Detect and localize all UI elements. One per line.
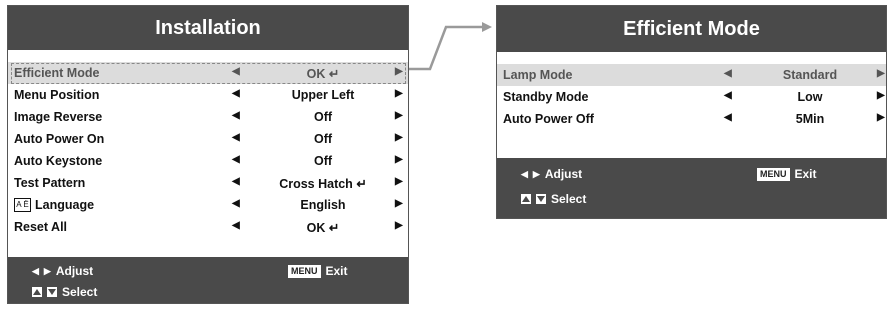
right-arrow-icon[interactable]: ▶ — [395, 110, 403, 121]
left-arrow-icon[interactable]: ◀ — [232, 110, 240, 121]
menu-item-value: Low — [797, 90, 823, 104]
menu-item-value: Upper Left — [291, 88, 355, 102]
menu-item-value: Off — [313, 110, 333, 124]
up-arrow-icon — [521, 194, 531, 204]
left-arrow-icon[interactable]: ◀ — [724, 112, 732, 123]
left-arrow-icon[interactable]: ◀ — [232, 176, 240, 187]
select-hint: Select — [32, 285, 97, 299]
menu-item-label-group: A Ë Language — [14, 198, 94, 212]
menu-item-value: Off — [313, 154, 333, 168]
efficient-mode-panel: Efficient Mode Lamp Mode ◀ Standard ▶ St… — [496, 5, 887, 219]
exit-label: Exit — [794, 167, 817, 181]
right-arrow-icon[interactable]: ▶ — [877, 112, 885, 123]
menu-item-value: OK ↵ — [306, 221, 340, 235]
menu-item-standby-mode[interactable]: Standby Mode ◀ Low ▶ — [497, 86, 886, 108]
left-arrow-icon[interactable]: ◀ — [724, 90, 732, 101]
menu-item-value: Standard — [782, 68, 838, 82]
menu-item-auto-power-off[interactable]: Auto Power Off ◀ 5Min ▶ — [497, 108, 886, 130]
select-label: Select — [62, 285, 98, 299]
menu-item-language[interactable]: A Ë Language ◀ English ▶ — [8, 194, 408, 216]
menu-item-lamp-mode[interactable]: Lamp Mode ◀ Standard ▶ — [497, 64, 886, 86]
exit-label: Exit — [325, 264, 348, 278]
menu-item-test-pattern[interactable]: Test Pattern ◀ Cross Hatch ↵ ▶ — [8, 172, 408, 194]
language-icon: A Ë — [14, 198, 31, 212]
efficient-mode-footer: ◀ ▶ Adjust MENU Exit Select — [497, 158, 886, 218]
menu-item-value: English — [300, 198, 346, 212]
right-arrow-icon[interactable]: ▶ — [877, 68, 885, 79]
right-arrow-icon[interactable]: ▶ — [395, 132, 403, 143]
menu-item-label: Reset All — [14, 220, 68, 234]
menu-item-auto-keystone[interactable]: Auto Keystone ◀ Off ▶ — [8, 150, 408, 172]
menu-item-value: Off — [313, 132, 333, 146]
left-arrow-icon[interactable]: ◀ — [724, 68, 732, 79]
left-arrow-icon[interactable]: ◀ — [232, 132, 240, 143]
menu-item-label: Auto Power Off — [503, 112, 594, 126]
right-arrow-icon[interactable]: ▶ — [395, 154, 403, 165]
left-arrow-icon[interactable]: ◀ — [232, 198, 240, 209]
left-arrow-icon[interactable]: ◀ — [232, 154, 240, 165]
menu-item-label: Test Pattern — [14, 176, 86, 190]
right-arrow-icon[interactable]: ▶ — [877, 90, 885, 101]
installation-panel: Installation Efficient Mode ◀ OK ↵ ▶ Men… — [7, 5, 409, 304]
menu-item-label: Lamp Mode — [503, 68, 573, 82]
menu-item-label: Image Reverse — [14, 110, 103, 124]
menu-item-label: Standby Mode — [503, 90, 589, 104]
menu-item-label: Menu Position — [14, 88, 100, 102]
menu-item-label: Auto Keystone — [14, 154, 103, 168]
up-arrow-icon — [32, 287, 42, 297]
menu-item-label: Auto Power On — [14, 132, 105, 146]
exit-hint: MENU Exit — [288, 264, 348, 278]
efficient-mode-title: Efficient Mode — [497, 6, 886, 52]
left-arrow-icon: ◀ — [521, 168, 528, 179]
left-arrow-icon[interactable]: ◀ — [232, 88, 240, 99]
right-arrow-icon[interactable]: ▶ — [395, 88, 403, 99]
installation-footer: ◀ ▶ Adjust MENU Exit Select — [8, 257, 408, 303]
menu-key-icon: MENU — [757, 167, 790, 181]
down-arrow-icon — [47, 287, 57, 297]
menu-item-label: Language — [35, 198, 95, 212]
right-arrow-icon[interactable]: ▶ — [395, 198, 403, 209]
menu-item-value: 5Min — [795, 112, 825, 126]
left-arrow-icon[interactable]: ◀ — [232, 220, 240, 231]
adjust-hint: ◀ ▶ Adjust — [521, 167, 582, 181]
adjust-label: Adjust — [544, 167, 583, 181]
down-arrow-icon — [536, 194, 546, 204]
enter-icon: ↵ — [356, 177, 367, 191]
right-arrow-icon[interactable]: ▶ — [395, 176, 403, 187]
menu-item-value: Cross Hatch ↵ — [279, 177, 367, 191]
right-arrow-icon[interactable]: ▶ — [395, 220, 403, 231]
adjust-hint: ◀ ▶ Adjust — [32, 264, 93, 278]
installation-title: Installation — [8, 6, 408, 50]
select-hint: Select — [521, 192, 586, 206]
right-arrow-icon: ▶ — [43, 265, 51, 276]
enter-icon: ↵ — [328, 221, 340, 235]
selection-outline — [11, 63, 406, 84]
select-label: Select — [551, 192, 587, 206]
right-arrow-icon: ▶ — [532, 168, 540, 179]
exit-hint: MENU Exit — [757, 167, 817, 181]
adjust-label: Adjust — [55, 264, 94, 278]
menu-item-image-reverse[interactable]: Image Reverse ◀ Off ▶ — [8, 106, 408, 128]
menu-item-auto-power-on[interactable]: Auto Power On ◀ Off ▶ — [8, 128, 408, 150]
menu-key-icon: MENU — [288, 264, 321, 278]
left-arrow-icon: ◀ — [32, 265, 39, 276]
menu-item-reset-all[interactable]: Reset All ◀ OK ↵ ▶ — [8, 216, 408, 238]
menu-item-menu-position[interactable]: Menu Position ◀ Upper Left ▶ — [8, 84, 408, 106]
efficient-mode-menu-list: Lamp Mode ◀ Standard ▶ Standby Mode ◀ Lo… — [497, 52, 886, 130]
